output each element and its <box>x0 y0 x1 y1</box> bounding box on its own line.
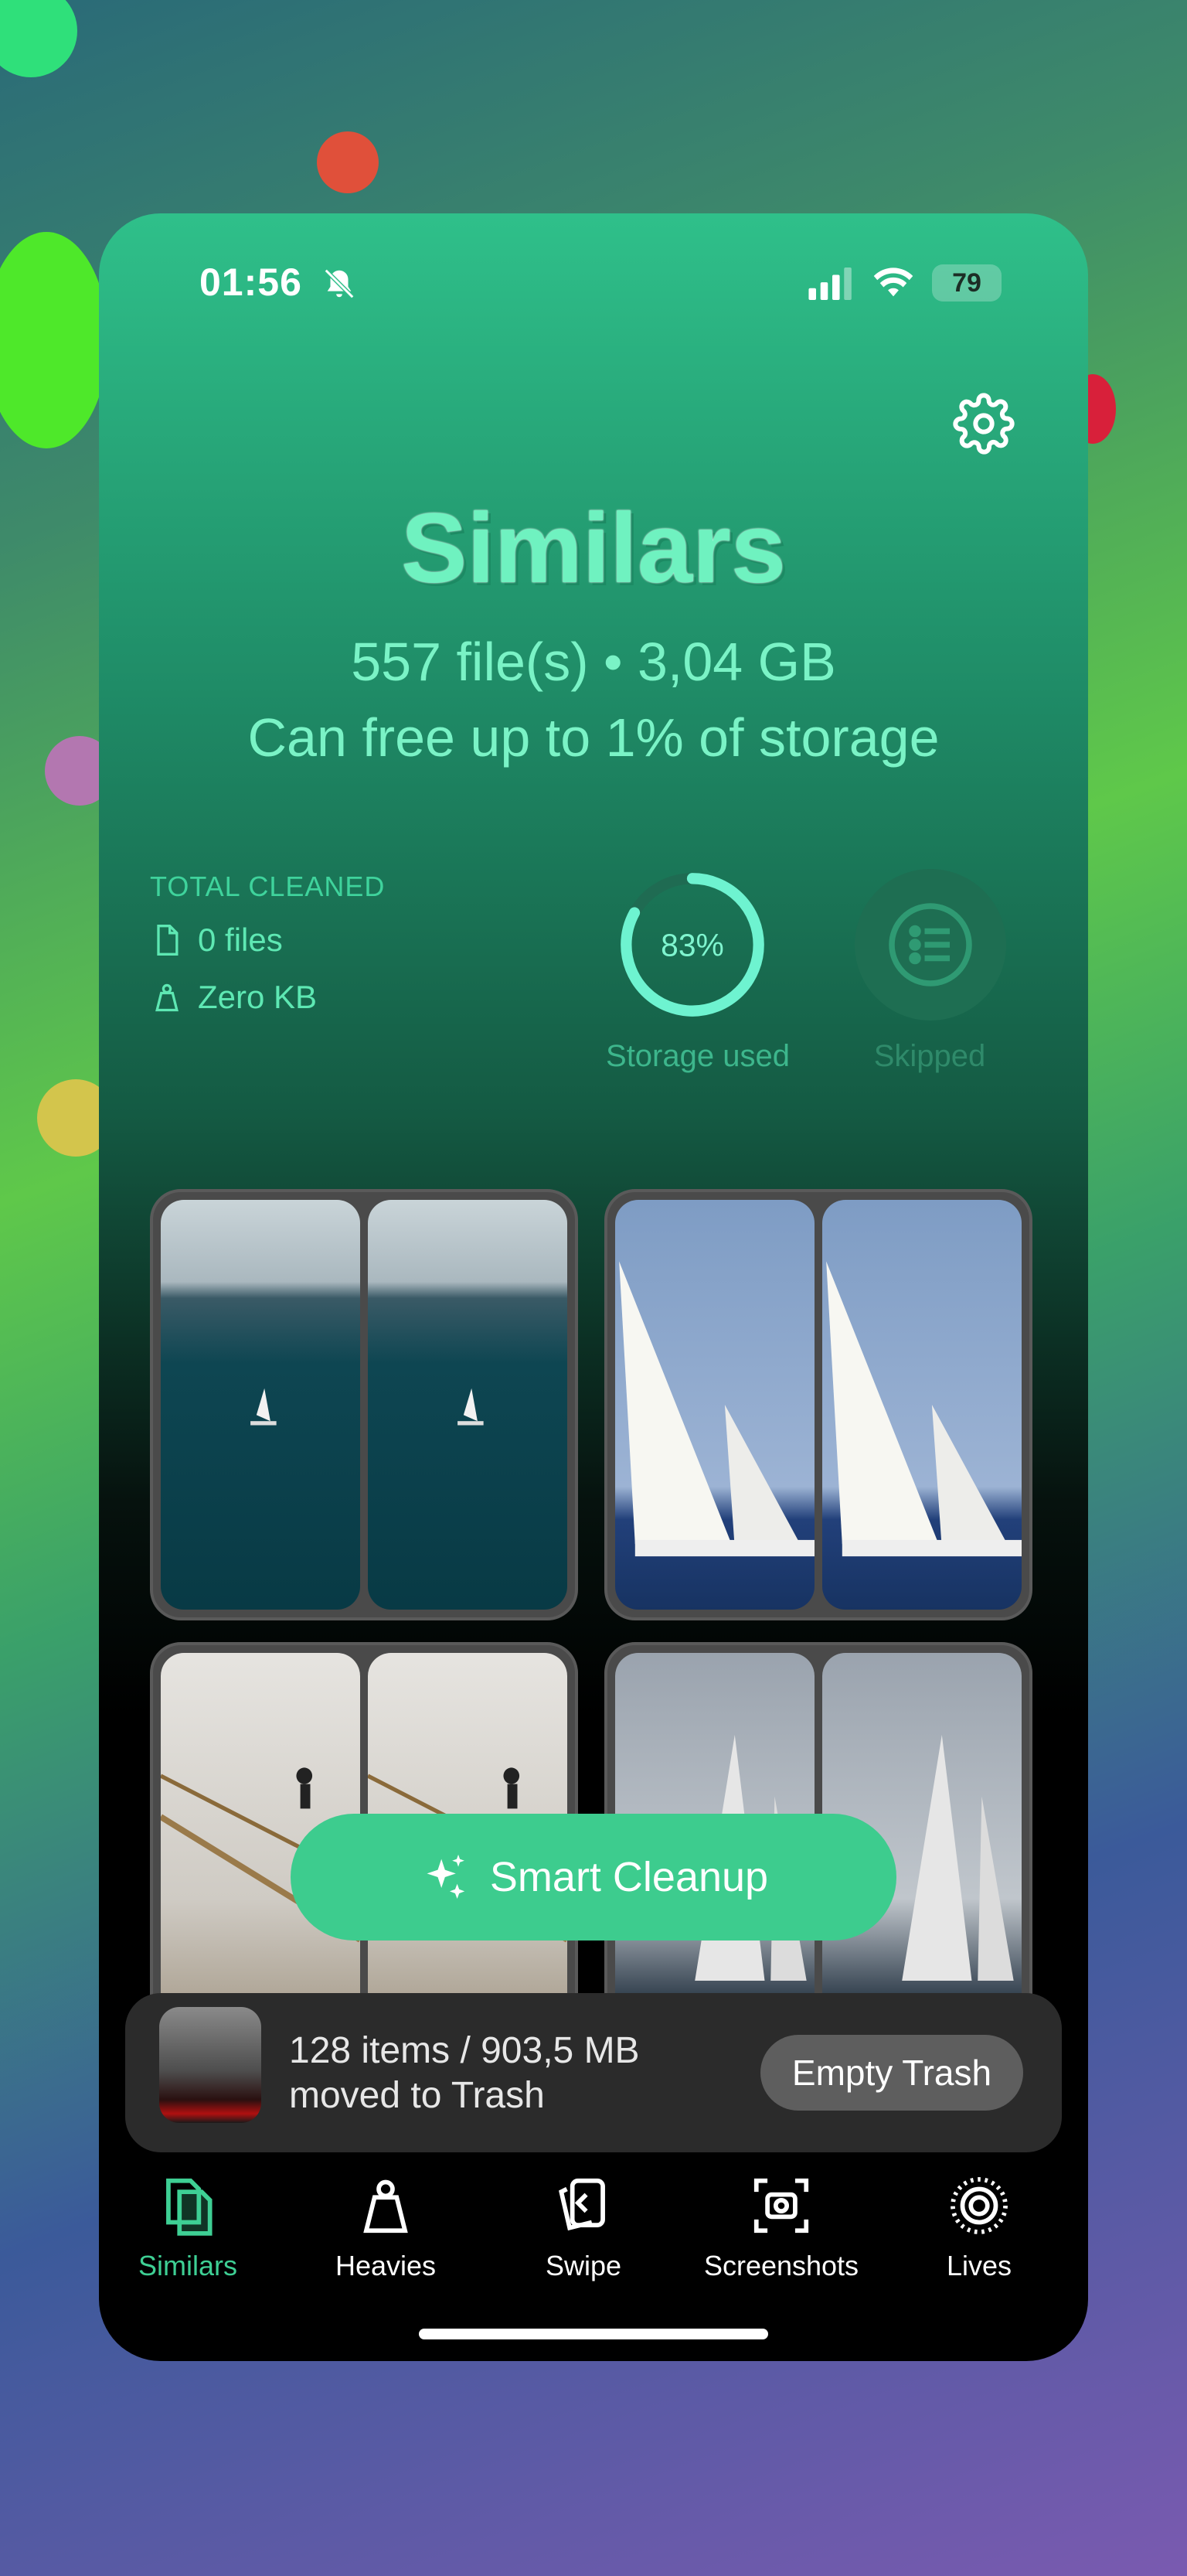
cellular-signal-icon <box>808 267 852 300</box>
skipped-label: Skipped <box>873 1039 986 1073</box>
skipped-button[interactable] <box>855 869 1006 1021</box>
file-summary: 557 file(s) • 3,04 GB <box>351 632 836 692</box>
bg-circle <box>0 0 77 77</box>
cleaned-size-row: Zero KB <box>150 979 317 1016</box>
free-storage-note: Can free up to 1% of storage <box>247 707 940 768</box>
storage-used-label: Storage used <box>606 1039 790 1073</box>
bell-muted-icon <box>324 268 355 299</box>
wifi-icon <box>873 267 913 297</box>
storage-used-ring: 83% <box>621 873 764 1017</box>
bg-circle <box>317 131 379 193</box>
sailboat-photo <box>619 1261 815 1557</box>
photo-thumbnail <box>615 1200 815 1610</box>
sailboat-photo <box>457 1388 484 1426</box>
storage-percent: 83% <box>661 927 724 963</box>
tab-similars[interactable]: Similars <box>99 2157 277 2282</box>
live-photo-icon <box>951 2177 1008 2234</box>
list-icon <box>889 903 972 986</box>
weight-icon <box>155 983 179 1012</box>
screenshot-icon <box>753 2178 809 2234</box>
phone-screen: 01:56 79 Similars 557 file(s) • 3,04 GB … <box>99 213 1088 2361</box>
home-indicator <box>419 2329 768 2339</box>
trash-summary: 128 items / 903,5 MB moved to Trash <box>289 2029 640 2118</box>
settings-gear-icon[interactable] <box>953 393 1015 455</box>
tab-lives[interactable]: Lives <box>890 2157 1068 2282</box>
trash-count: 128 items / 903,5 MB <box>289 2030 640 2071</box>
cleaned-files-value: 0 files <box>198 922 283 958</box>
trash-status-bar: 128 items / 903,5 MB moved to Trash Empt… <box>125 1993 1062 2152</box>
clock: 01:56 <box>199 261 302 304</box>
photo-thumbnail <box>368 1200 567 1610</box>
smart-cleanup-button[interactable]: Smart Cleanup <box>291 1814 896 1941</box>
cleaned-files-row: 0 files <box>150 922 283 959</box>
similars-icon <box>166 2178 213 2236</box>
tab-bar: Similars Heavies Swipe Screenshots Lives <box>99 2157 1088 2312</box>
similar-group-card[interactable] <box>150 1189 578 1620</box>
smart-cleanup-label: Smart Cleanup <box>489 1854 769 1900</box>
photo-thumbnail <box>822 1200 1022 1610</box>
sailboat-photo <box>250 1388 277 1426</box>
empty-trash-button[interactable]: Empty Trash <box>760 2035 1023 2111</box>
trash-note: moved to Trash <box>289 2075 545 2116</box>
sailboat-photo <box>826 1261 1022 1557</box>
photo-thumbnail <box>161 1200 360 1610</box>
total-cleaned-label: TOTAL CLEANED <box>150 871 386 902</box>
weight-icon <box>363 2179 408 2234</box>
page-title: Similars <box>400 493 787 604</box>
tab-heavies[interactable]: Heavies <box>297 2157 474 2282</box>
cleaned-size-value: Zero KB <box>198 979 318 1015</box>
bg-circle <box>0 232 108 448</box>
similar-group-card[interactable] <box>604 1189 1032 1620</box>
swipe-cards-icon <box>559 2178 605 2231</box>
tab-swipe[interactable]: Swipe <box>495 2157 672 2282</box>
sparkles-icon <box>427 1854 465 1899</box>
trash-thumbnail <box>159 2007 261 2123</box>
tab-screenshots[interactable]: Screenshots <box>692 2157 870 2282</box>
battery-indicator: 79 <box>932 264 1002 302</box>
status-bar: 01:56 79 <box>99 260 1088 322</box>
file-icon <box>157 925 179 956</box>
